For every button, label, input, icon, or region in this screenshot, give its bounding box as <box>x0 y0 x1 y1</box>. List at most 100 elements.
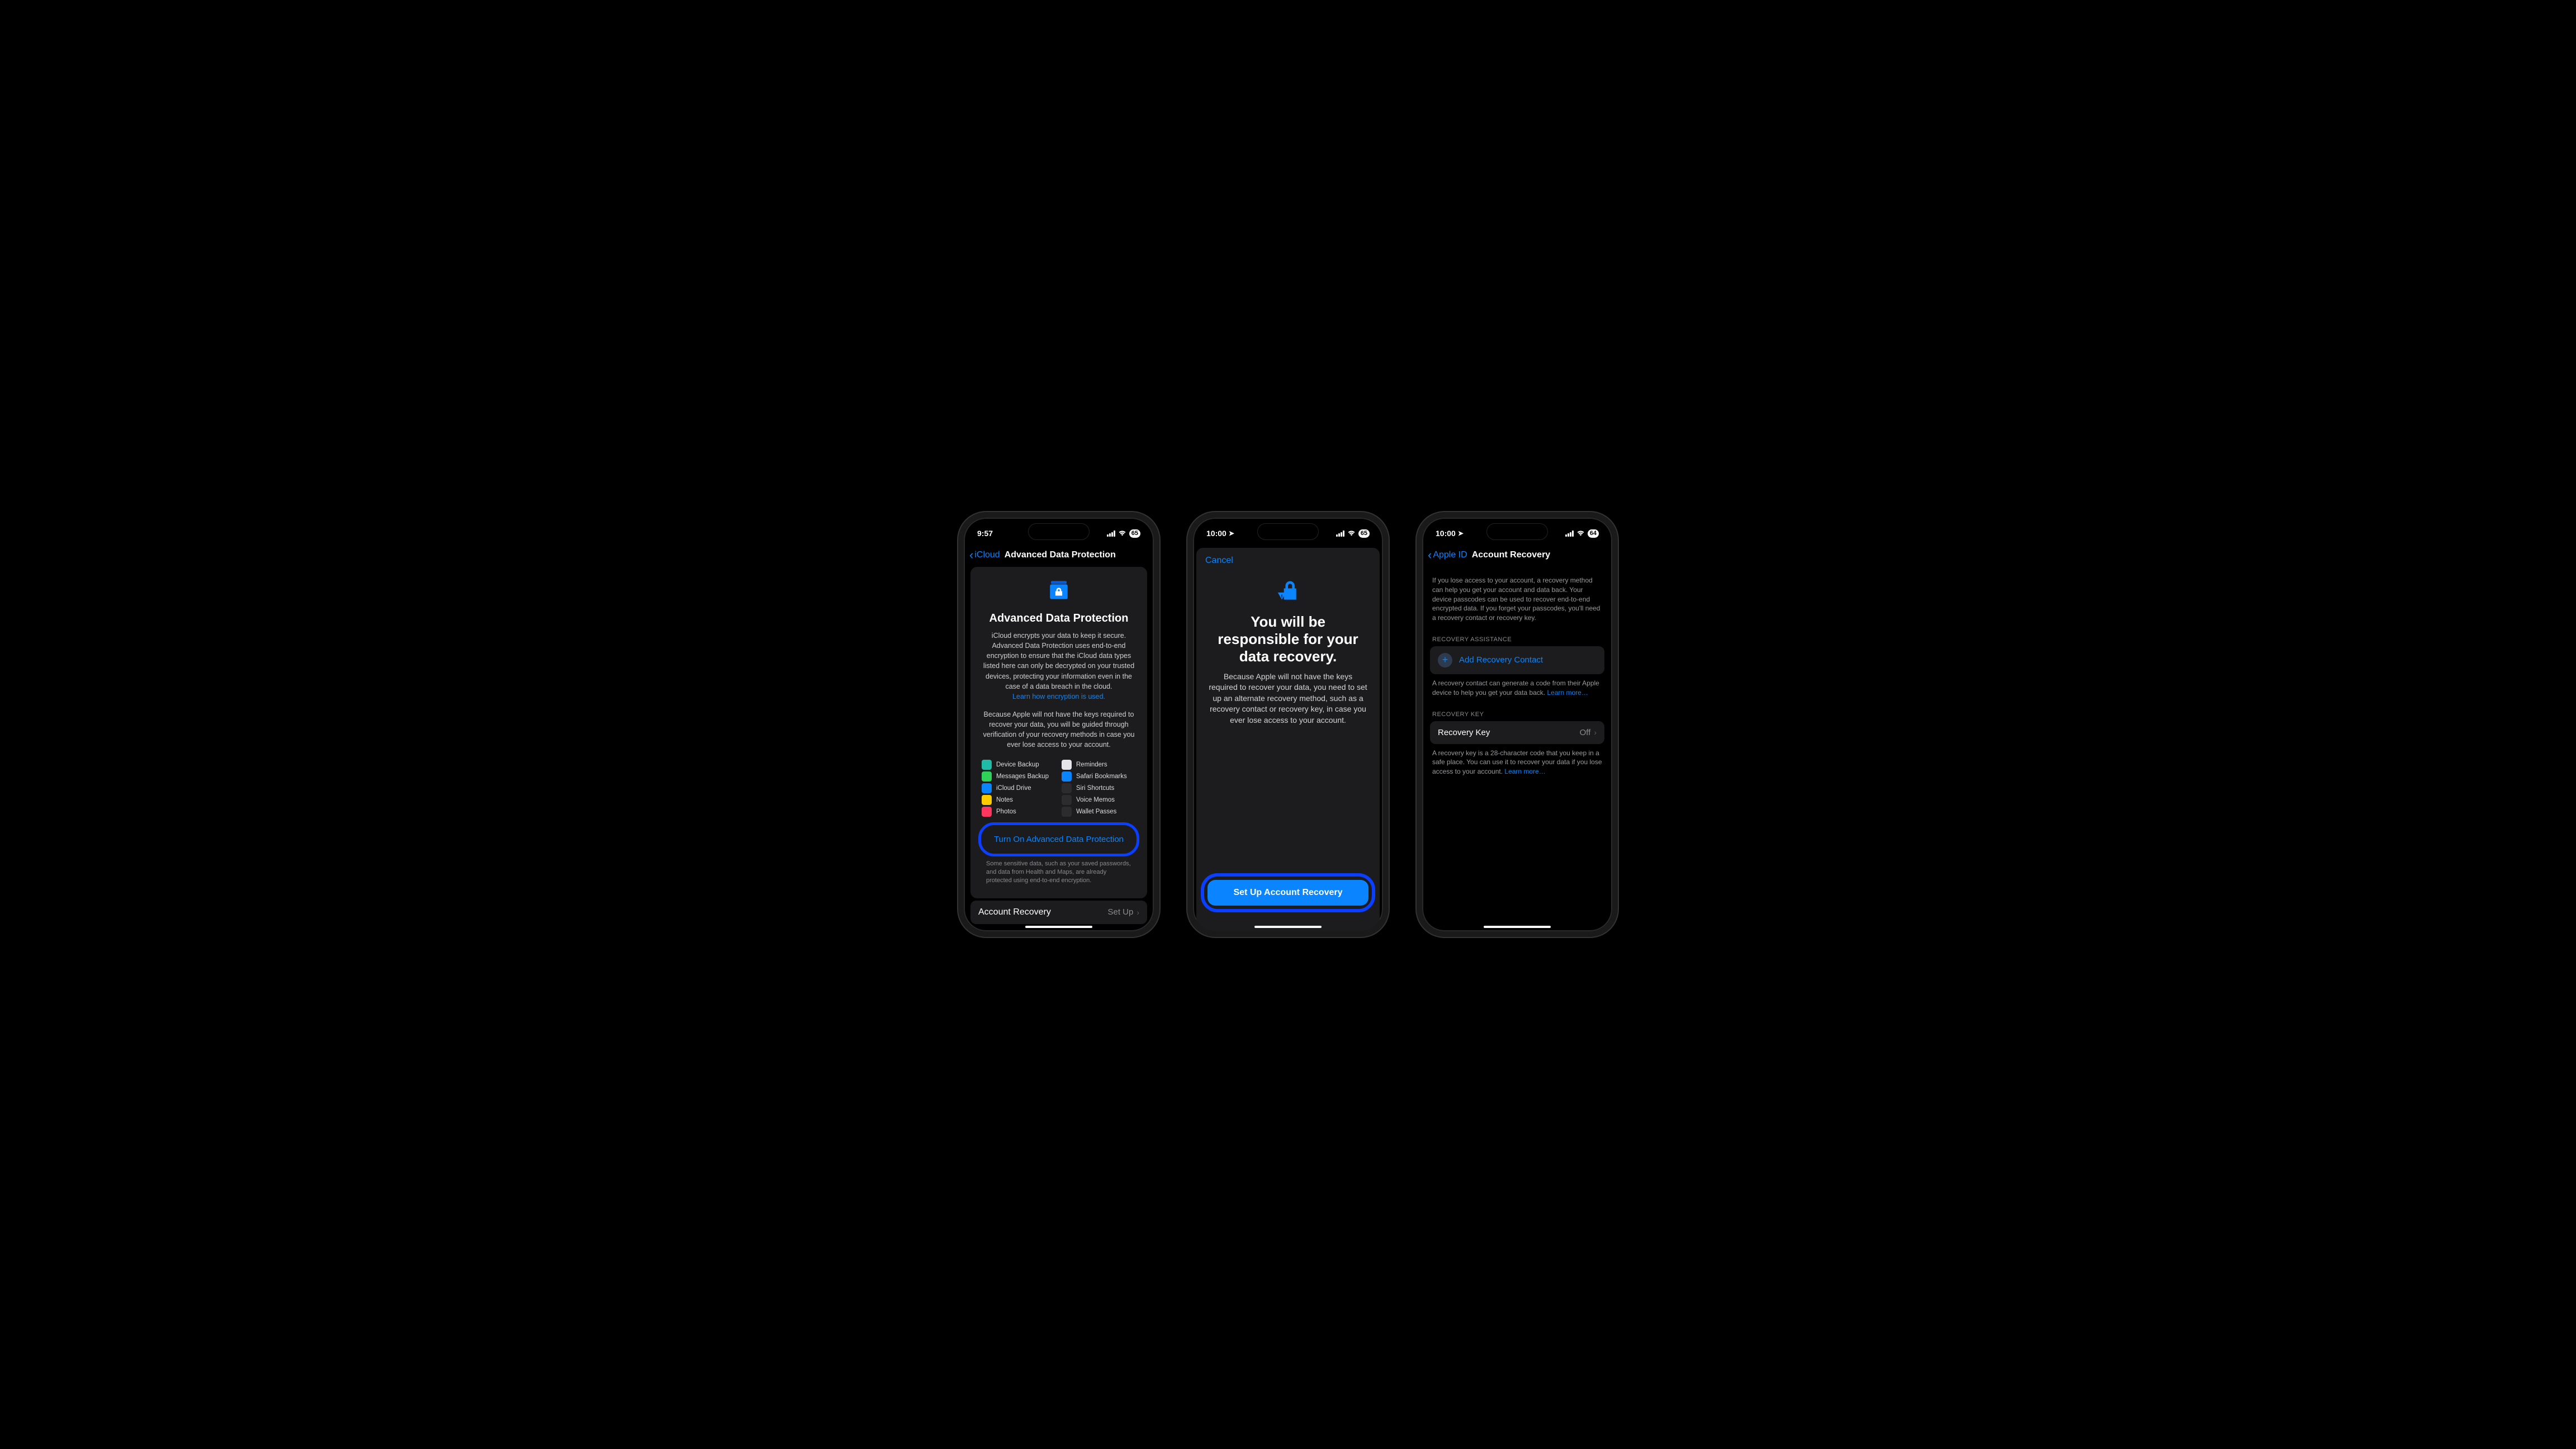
data-type-label: Siri Shortcuts <box>1076 785 1114 792</box>
phone-responsibility-sheet: 10:00 ➤ 65 Cancel ! You will be responsi… <box>1187 512 1389 937</box>
app-icon <box>1062 760 1072 770</box>
turn-on-adp-button[interactable]: Turn On Advanced Data Protection <box>984 828 1134 851</box>
app-icon <box>1062 783 1072 793</box>
data-type-label: Device Backup <box>996 761 1039 768</box>
app-icon <box>982 807 992 817</box>
card-footnote: Some sensitive data, such as your saved … <box>978 856 1139 891</box>
battery-indicator: 65 <box>1129 529 1140 538</box>
data-type-item: Siri Shortcuts <box>1062 783 1136 793</box>
app-icon <box>1062 795 1072 805</box>
data-type-label: Notes <box>996 797 1013 803</box>
section2-footer: A recovery key is a 28-character code th… <box>1430 744 1604 782</box>
data-type-item: Reminders <box>1062 760 1136 770</box>
home-indicator[interactable] <box>1484 926 1551 928</box>
nav-title: Account Recovery <box>1472 550 1551 560</box>
learn-encryption-link[interactable]: Learn how encryption is used. <box>1012 693 1105 700</box>
add-recovery-contact-row[interactable]: + Add Recovery Contact <box>1430 646 1604 674</box>
recovery-key-row[interactable]: Recovery Key Off › <box>1430 721 1604 744</box>
data-type-item: Messages Backup <box>982 771 1056 782</box>
learn-more-key-link[interactable]: Learn more… <box>1504 768 1545 775</box>
add-recovery-contact-label: Add Recovery Contact <box>1459 655 1543 665</box>
sheet-body: Because Apple will not have the keys req… <box>1196 671 1380 726</box>
data-type-item: Voice Memos <box>1062 795 1136 805</box>
data-type-label: Messages Backup <box>996 773 1049 780</box>
cancel-button[interactable]: Cancel <box>1196 548 1242 569</box>
card-body: iCloud encrypts your data to keep it sec… <box>978 631 1139 750</box>
data-type-item: Photos <box>982 807 1056 817</box>
app-icon <box>1062 771 1072 782</box>
scroll-content[interactable]: Advanced Data Protection iCloud encrypts… <box>964 567 1154 931</box>
data-type-label: Voice Memos <box>1076 797 1115 803</box>
back-button[interactable]: ‹ iCloud <box>969 548 1000 562</box>
status-time: 9:57 <box>977 529 993 538</box>
location-icon: ➤ <box>1229 529 1234 537</box>
data-type-item: iCloud Drive <box>982 783 1056 793</box>
sheet-title: You will be responsible for your data re… <box>1196 607 1380 671</box>
app-icon <box>982 771 992 782</box>
setup-account-recovery-button[interactable]: Set Up Account Recovery <box>1208 880 1368 906</box>
battery-indicator: 64 <box>1588 529 1599 538</box>
cellular-icon <box>1565 531 1574 537</box>
wifi-icon <box>1576 529 1585 538</box>
data-types-grid: Device Backup Reminders Messages Backup Saf… <box>978 760 1139 817</box>
data-type-label: Wallet Passes <box>1076 808 1116 815</box>
data-type-label: Photos <box>996 808 1016 815</box>
phone-adp: 9:57 65 ‹ iCloud Advanced Data Protectio… <box>958 512 1159 937</box>
home-indicator[interactable] <box>1254 926 1322 928</box>
status-time: 10:00 <box>1206 529 1227 538</box>
chevron-right-icon: › <box>1594 728 1597 737</box>
card-body-2: Because Apple will not have the keys req… <box>978 709 1139 750</box>
account-recovery-row[interactable]: Account Recovery Set Up › <box>970 901 1147 924</box>
section1-footer: A recovery contact can generate a code f… <box>1430 674 1604 703</box>
data-type-item: Notes <box>982 795 1056 805</box>
lock-alert-icon: ! <box>1196 579 1380 607</box>
recovery-key-value: Off <box>1580 728 1591 737</box>
app-icon <box>982 795 992 805</box>
back-button[interactable]: ‹ Apple ID <box>1428 548 1467 562</box>
data-type-label: iCloud Drive <box>996 785 1031 792</box>
wifi-icon <box>1118 529 1126 538</box>
plus-icon: + <box>1438 653 1452 667</box>
nav-bar: ‹ iCloud Advanced Data Protection <box>964 543 1154 567</box>
back-label: iCloud <box>974 550 1000 560</box>
wifi-icon <box>1347 529 1356 538</box>
recovery-key-label: Recovery Key <box>1438 728 1490 737</box>
dynamic-island <box>1028 523 1090 540</box>
nav-bar: ‹ Apple ID Account Recovery <box>1422 543 1612 567</box>
intro-text: If you lose access to your account, a re… <box>1430 567 1604 628</box>
cellular-icon <box>1107 531 1115 537</box>
data-type-label: Safari Bookmarks <box>1076 773 1127 780</box>
learn-more-contact-link[interactable]: Learn more… <box>1547 689 1588 697</box>
nav-title: Advanced Data Protection <box>1005 550 1116 560</box>
row-value: Set Up <box>1107 907 1133 917</box>
scroll-content[interactable]: If you lose access to your account, a re… <box>1422 567 1612 931</box>
location-icon: ➤ <box>1458 529 1464 537</box>
adp-info-card: Advanced Data Protection iCloud encrypts… <box>970 567 1147 898</box>
lock-box-icon <box>978 578 1139 604</box>
phone-account-recovery: 10:00 ➤ 64 ‹ Apple ID Account Recovery I… <box>1417 512 1618 937</box>
card-title: Advanced Data Protection <box>978 612 1139 625</box>
dynamic-island <box>1486 523 1548 540</box>
chevron-left-icon: ‹ <box>1428 548 1432 562</box>
data-type-item: Wallet Passes <box>1062 807 1136 817</box>
battery-indicator: 65 <box>1358 529 1370 538</box>
app-icon <box>982 760 992 770</box>
cta-highlight: Turn On Advanced Data Protection <box>978 822 1139 856</box>
svg-text:!: ! <box>1281 594 1282 599</box>
section-header-assistance: RECOVERY ASSISTANCE <box>1430 628 1604 646</box>
app-icon <box>982 783 992 793</box>
dynamic-island <box>1257 523 1319 540</box>
card-body-1: iCloud encrypts your data to keep it sec… <box>983 632 1134 690</box>
modal-sheet: Cancel ! You will be responsible for you… <box>1196 548 1380 931</box>
data-type-item: Device Backup <box>982 760 1056 770</box>
back-label: Apple ID <box>1433 550 1467 560</box>
status-time: 10:00 <box>1436 529 1456 538</box>
data-type-label: Reminders <box>1076 761 1107 768</box>
cellular-icon <box>1336 531 1344 537</box>
app-icon <box>1062 807 1072 817</box>
section-header-recovery-key: RECOVERY KEY <box>1430 703 1604 721</box>
chevron-left-icon: ‹ <box>969 548 973 562</box>
data-type-item: Safari Bookmarks <box>1062 771 1136 782</box>
cta-highlight: Set Up Account Recovery <box>1201 873 1375 912</box>
home-indicator[interactable] <box>1025 926 1092 928</box>
